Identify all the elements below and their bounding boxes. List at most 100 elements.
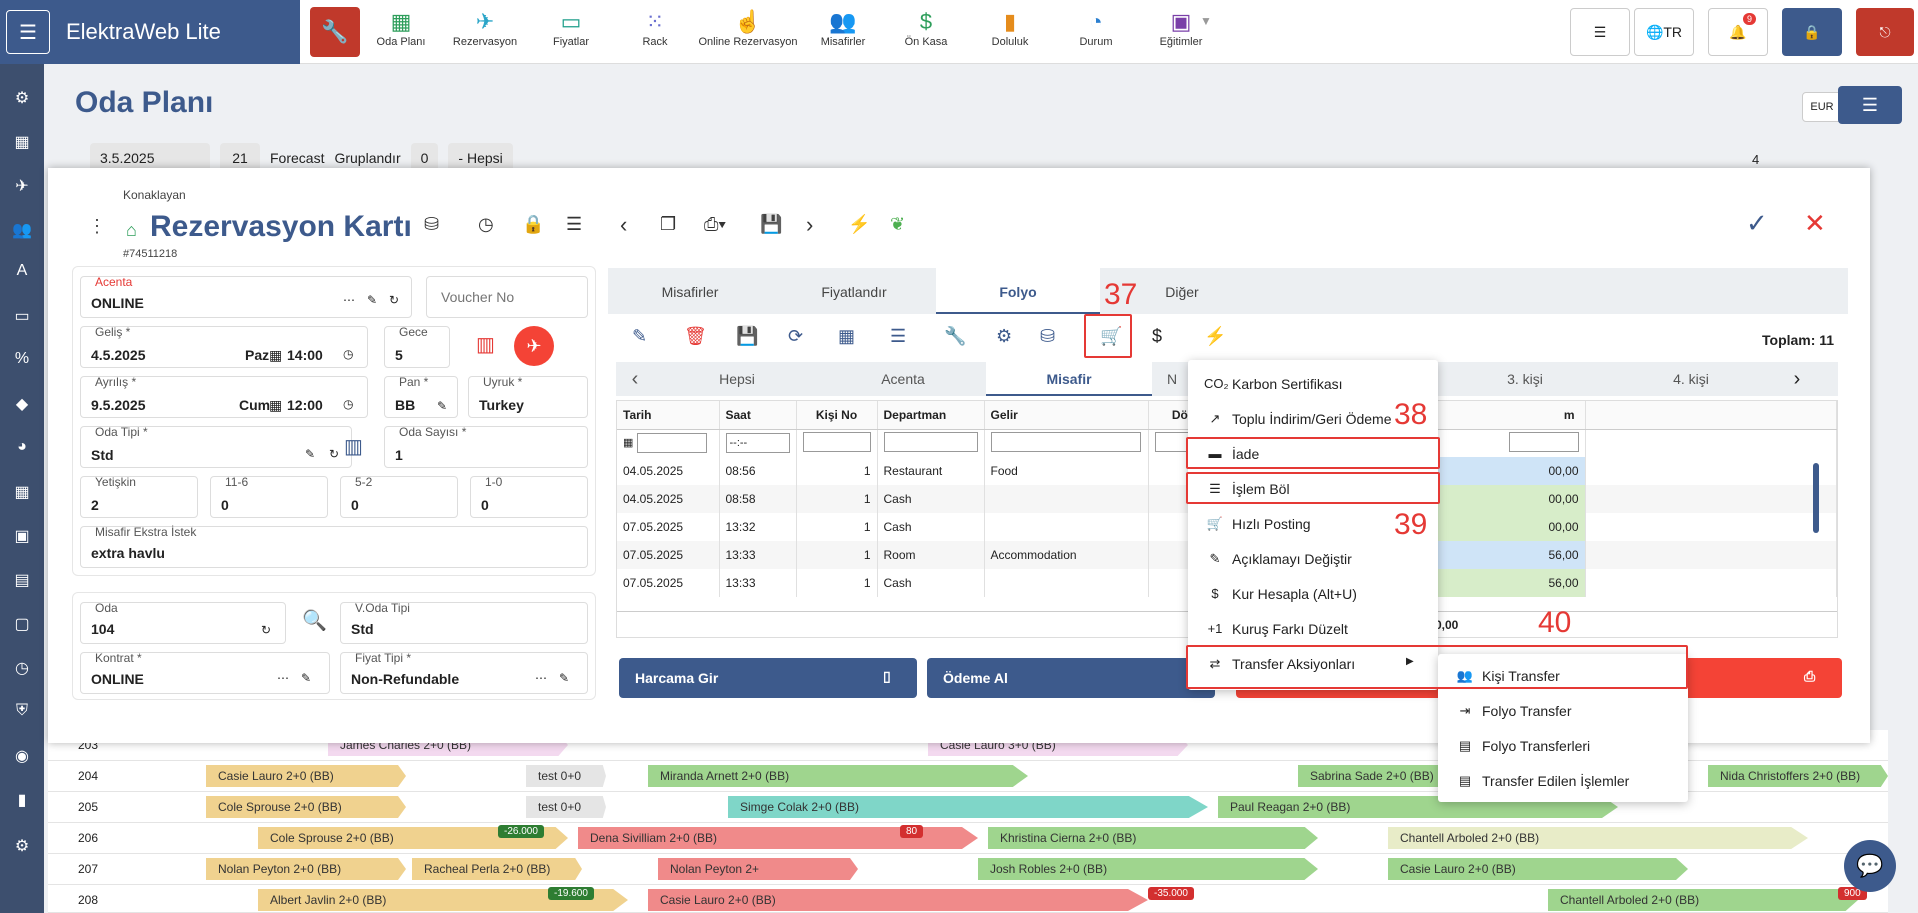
filter-tarih[interactable]: ▦ — [617, 429, 720, 457]
scrollbar-thumb[interactable] — [1813, 463, 1819, 533]
notifications-button[interactable]: 🔔 9 — [1708, 8, 1768, 56]
box-icon[interactable]: ◆ — [0, 394, 44, 414]
reservation-bar[interactable]: Nolan Peyton 2+ — [658, 858, 858, 880]
chevron-left-icon[interactable]: ‹ — [616, 362, 654, 396]
nav-rack[interactable]: ⁙ Rack — [626, 8, 684, 48]
confirm-check-icon[interactable]: ✓ — [1746, 208, 1768, 239]
children-11-6-field[interactable]: 11-6 0 — [210, 475, 328, 518]
leaf-icon[interactable]: ❦ — [890, 214, 905, 235]
filter-gelir[interactable] — [990, 431, 1141, 452]
close-icon[interactable]: ✕ — [1804, 208, 1826, 239]
edit-icon[interactable]: ✎ — [632, 326, 647, 347]
col-kisi-no[interactable]: Kişi No — [796, 401, 878, 430]
submenu-item-folyo-transfer[interactable]: ⇥ Folyo Transfer — [1438, 693, 1688, 728]
nav-fiyatlar[interactable]: ▭ Fiyatlar — [540, 8, 602, 48]
menu-item-karbon-sertifikasi[interactable]: CO₂ Karbon Sertifikası — [1188, 366, 1438, 401]
subtab-misafir[interactable]: Misafir — [986, 362, 1152, 396]
lock-button[interactable]: 🔒 — [1782, 8, 1842, 56]
nav-misafirler[interactable]: 👥 Misafirler — [812, 8, 874, 48]
subtab-next[interactable]: N — [1152, 362, 1192, 396]
tab-misafirler[interactable]: Misafirler — [608, 268, 772, 314]
more-icon[interactable]: ⋯ — [277, 671, 289, 685]
refresh-icon[interactable]: ↻ — [389, 293, 399, 307]
users-icon[interactable]: 👥 — [0, 220, 44, 240]
database-icon[interactable]: ⛁ — [1040, 326, 1055, 347]
agency-field[interactable]: Acenta ONLINE ⋯ ✎ ↻ — [80, 275, 412, 318]
chevron-right-icon[interactable]: › — [1774, 362, 1820, 396]
percent-icon[interactable]: % — [0, 350, 44, 368]
calendar-check-icon[interactable]: ▣ — [0, 526, 44, 546]
menu-toggle-button[interactable]: ☰ — [6, 10, 50, 54]
translate-icon[interactable]: A — [0, 262, 44, 280]
nav-durum[interactable]: ◔ Durum — [1066, 8, 1126, 48]
nav-on-kasa[interactable]: $ Ön Kasa — [896, 8, 956, 48]
reservation-bar[interactable]: Casie Lauro 2+0 (BB) — [206, 765, 406, 787]
nav-online-rezervasyon[interactable]: ☝ Online Rezervasyon — [696, 8, 800, 48]
subtab-3-kisi[interactable]: 3. kişi — [1442, 362, 1608, 396]
globe-icon[interactable]: ◉ — [0, 746, 44, 766]
menu-item-kurus-farki[interactable]: +1 Kuruş Farkı Düzelt — [1188, 611, 1438, 646]
chat-button[interactable]: 💬 — [1844, 840, 1896, 892]
nav-doluluk[interactable]: ▮ Doluluk — [980, 8, 1040, 48]
infants-field[interactable]: 1-0 0 — [470, 475, 588, 518]
clock-icon[interactable]: ◷ — [0, 658, 44, 678]
subtab-hepsi[interactable]: Hepsi — [654, 362, 820, 396]
nav-oda-plani[interactable]: ▦ Oda Planı — [374, 8, 428, 48]
plane-icon[interactable]: ✈ — [0, 176, 44, 196]
forecast-label[interactable]: Forecast — [270, 150, 324, 166]
reservation-bar[interactable]: Nolan Peyton 2+0 (BB) — [206, 858, 406, 880]
search-icon[interactable]: 🔍 — [302, 608, 327, 633]
book-icon[interactable]: ▮ — [0, 790, 44, 810]
col-saat[interactable]: Saat — [719, 401, 797, 430]
voucher-input[interactable] — [426, 276, 588, 318]
edit-icon[interactable]: ✎ — [305, 447, 315, 461]
tools-button[interactable]: 🔧 — [310, 7, 360, 57]
refresh-icon[interactable]: ↻ — [261, 623, 271, 637]
reservation-bar[interactable]: Khristina Cierna 2+0 (BB) — [988, 827, 1318, 849]
lightning-icon[interactable]: ⚡ — [848, 214, 870, 235]
copy-icon[interactable]: ❐ — [660, 214, 676, 235]
chevron-right-icon[interactable]: › — [806, 212, 813, 238]
calendar-alt-icon[interactable]: ▤ — [0, 570, 44, 590]
filter-amount[interactable] — [1508, 431, 1579, 452]
tab-folyo[interactable]: Folyo — [936, 268, 1100, 314]
shield-icon[interactable]: ⛨ — [0, 702, 44, 720]
gear-icon[interactable]: ⚙ — [0, 836, 44, 856]
history-icon[interactable]: ◷ — [478, 214, 494, 235]
logout-button[interactable]: ⎋ — [1856, 8, 1914, 56]
reservation-bar[interactable]: Simge Colak 2+0 (BB) — [728, 796, 1208, 818]
group-label[interactable]: Gruplandır — [334, 150, 400, 166]
reservation-bar[interactable]: Racheal Perla 2+0 (BB) — [412, 858, 582, 880]
col-tarih[interactable]: Tarih — [617, 401, 720, 430]
currency-button[interactable]: EUR — [1802, 92, 1842, 122]
room-field[interactable]: Oda 104 ↻ — [80, 601, 286, 644]
chart-bars-icon[interactable]: ▥ — [476, 332, 495, 357]
col-departman[interactable]: Departman — [877, 401, 985, 430]
tab-fiyatlandir[interactable]: Fiyatlandır — [772, 268, 936, 314]
save-icon[interactable]: 💾 — [736, 326, 758, 347]
calendar-icon[interactable]: ▦ — [0, 132, 44, 152]
adults-field[interactable]: Yetişkin 2 — [80, 475, 198, 518]
nights-field[interactable]: Gece 5 — [384, 325, 450, 368]
reservation-bar[interactable]: test 0+0 — [526, 796, 606, 818]
edit-icon[interactable]: ✎ — [367, 293, 377, 307]
hamburger-icon[interactable]: ☰ — [566, 214, 582, 235]
lock-icon[interactable]: 🔒 — [522, 214, 544, 235]
print-icon[interactable]: ⎙▾ — [704, 214, 726, 235]
virtual-room-type-field[interactable]: V.Oda Tipi Std — [340, 601, 588, 644]
edit-icon[interactable]: ✎ — [559, 671, 569, 685]
more-vert-icon[interactable]: ⋮ — [88, 216, 106, 237]
submenu-item-transfer-edilen-islemler[interactable]: ▤ Transfer Edilen İşlemler — [1438, 763, 1688, 798]
room-type-field[interactable]: Oda Tipi * Std ✎ ↻ — [80, 425, 352, 468]
chart-bars-icon[interactable]: ▥ — [344, 434, 363, 459]
edit-icon[interactable]: ✎ — [437, 399, 447, 413]
filter-kisi[interactable] — [802, 431, 871, 452]
children-5-2-field[interactable]: 5-2 0 — [340, 475, 458, 518]
filter-departman[interactable] — [883, 431, 978, 452]
reservation-bar[interactable]: test 0+0 — [526, 765, 606, 787]
more-icon[interactable]: ⋯ — [343, 293, 355, 307]
board-field[interactable]: Pan * BB ✎ — [384, 375, 458, 418]
clock-icon[interactable]: ◷ — [343, 347, 353, 361]
money-icon[interactable]: ▭ — [0, 306, 44, 326]
wrench-icon[interactable]: 🔧 — [944, 326, 966, 347]
